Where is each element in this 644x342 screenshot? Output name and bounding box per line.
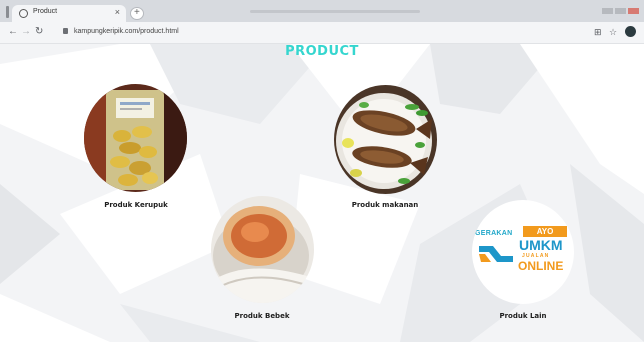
tab-title: Product xyxy=(33,8,58,15)
forward-arrow-icon[interactable]: → xyxy=(21,26,31,38)
address-bar[interactable]: kampungkeripik.com/product.html xyxy=(52,25,572,40)
maximize-button[interactable] xyxy=(615,8,626,14)
back-arrow-icon[interactable]: ← xyxy=(8,26,18,38)
product-kerupuk-image[interactable] xyxy=(84,84,187,192)
minimize-button[interactable] xyxy=(602,8,613,14)
salted-egg-illustration xyxy=(211,196,314,303)
profile-avatar-icon[interactable] xyxy=(625,26,636,37)
plus-icon: + xyxy=(134,7,140,18)
logo-gerakan-text: GERAKAN xyxy=(475,230,513,237)
translate-icon[interactable]: ⊞ xyxy=(594,27,602,38)
lock-icon xyxy=(63,28,68,34)
product-bebek-label[interactable]: Produk Bebek xyxy=(202,312,322,320)
page-content: PRODUCT Produk Kerupuk Produk makanan Pr… xyxy=(0,44,644,342)
window-title-blur xyxy=(250,10,420,13)
close-tab-icon[interactable]: × xyxy=(115,7,120,17)
window-handle xyxy=(6,6,9,18)
url-text[interactable]: kampungkeripik.com/product.html xyxy=(74,28,179,35)
browser-tab[interactable]: Product × xyxy=(12,5,126,22)
bookmark-star-icon[interactable]: ☆ xyxy=(609,27,617,38)
page-title: PRODUCT xyxy=(285,44,359,59)
new-tab-button[interactable]: + xyxy=(130,7,144,20)
product-lain-label[interactable]: Produk Lain xyxy=(463,312,583,320)
globe-icon xyxy=(19,9,28,18)
logo-umkm-text: UMKM xyxy=(519,237,563,253)
product-kerupuk-label[interactable]: Produk Kerupuk xyxy=(76,201,196,209)
logo-ayo-text: AYO xyxy=(523,226,567,237)
cracker-bag-illustration xyxy=(84,84,187,192)
browser-tab-bar: Product × + xyxy=(0,0,644,22)
grilled-fish-illustration xyxy=(334,85,437,194)
reload-icon[interactable]: ↻ xyxy=(35,26,43,38)
product-makanan-image[interactable] xyxy=(334,85,437,194)
product-lain-image[interactable]: GERAKAN AYO UMKM JUALAN ONLINE xyxy=(472,200,574,304)
logo-swoosh-icon xyxy=(479,246,513,262)
umkm-logo: GERAKAN AYO UMKM JUALAN ONLINE xyxy=(472,200,574,304)
logo-online-text: ONLINE xyxy=(518,259,564,273)
browser-toolbar: ← → ↻ kampungkeripik.com/product.html ⊞ … xyxy=(0,22,644,44)
product-bebek-image[interactable] xyxy=(211,196,314,303)
product-makanan-label[interactable]: Produk makanan xyxy=(325,201,445,209)
close-window-button[interactable] xyxy=(628,8,639,14)
